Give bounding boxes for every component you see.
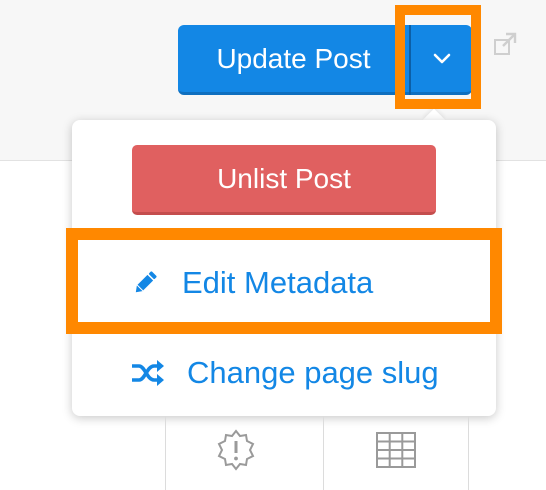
external-link-icon[interactable] xyxy=(492,32,518,58)
chevron-down-icon xyxy=(433,53,450,63)
update-split-button: Update Post xyxy=(178,25,472,95)
edit-metadata-item[interactable]: Edit Metadata xyxy=(72,248,496,318)
change-page-slug-item[interactable]: Change page slug xyxy=(72,338,496,408)
alert-badge-icon[interactable] xyxy=(214,428,258,472)
edit-metadata-label: Edit Metadata xyxy=(182,265,374,300)
table-grid-icon[interactable] xyxy=(374,428,418,472)
dropdown-toggle-button[interactable] xyxy=(411,25,472,95)
toolbar-divider xyxy=(468,416,469,490)
unlist-post-button[interactable]: Unlist Post xyxy=(132,145,436,215)
toolbar-divider xyxy=(323,416,324,490)
shuffle-icon xyxy=(130,358,164,388)
post-actions-dropdown: Unlist Post Edit Metadata Change page sl… xyxy=(72,120,496,416)
change-page-slug-label: Change page slug xyxy=(187,355,439,390)
toolbar-divider xyxy=(165,416,166,490)
update-post-button[interactable]: Update Post xyxy=(178,25,409,95)
pencil-icon xyxy=(130,268,160,298)
